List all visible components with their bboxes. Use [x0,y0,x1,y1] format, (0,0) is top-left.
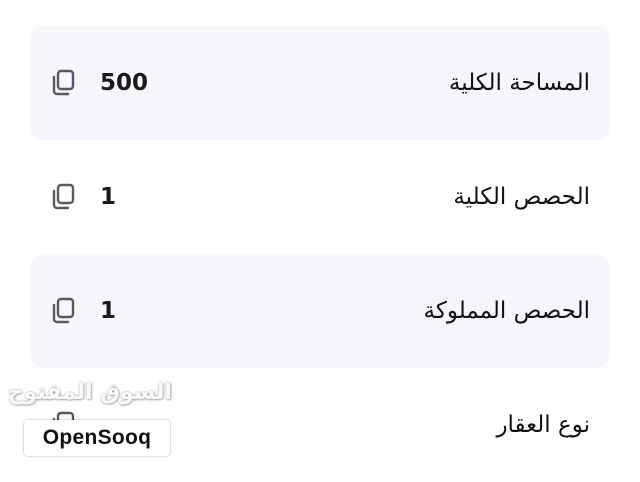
row-label: المساحة الكلية [448,70,590,96]
detail-row-total-shares: الحصص الكلية 1 [30,140,610,254]
property-details-list: المساحة الكلية 500 الحصص الكلية 1 الحصص … [30,26,610,482]
row-label: الحصص الكلية [453,184,590,210]
copy-icon[interactable] [50,183,76,211]
copy-icon[interactable] [50,297,76,325]
row-value: 1 [100,184,117,210]
row-value: 500 [100,70,149,96]
row-value: 1 [100,298,117,324]
copy-icon[interactable] [50,69,76,97]
row-label: الحصص المملوكة [423,298,590,324]
detail-row-total-area: المساحة الكلية 500 [30,26,610,140]
copy-icon[interactable] [50,411,76,439]
detail-row-owned-shares: الحصص المملوكة 1 [30,254,610,368]
row-label: نوع العقار [496,412,590,438]
detail-row-property-type: نوع العقار [30,368,610,482]
